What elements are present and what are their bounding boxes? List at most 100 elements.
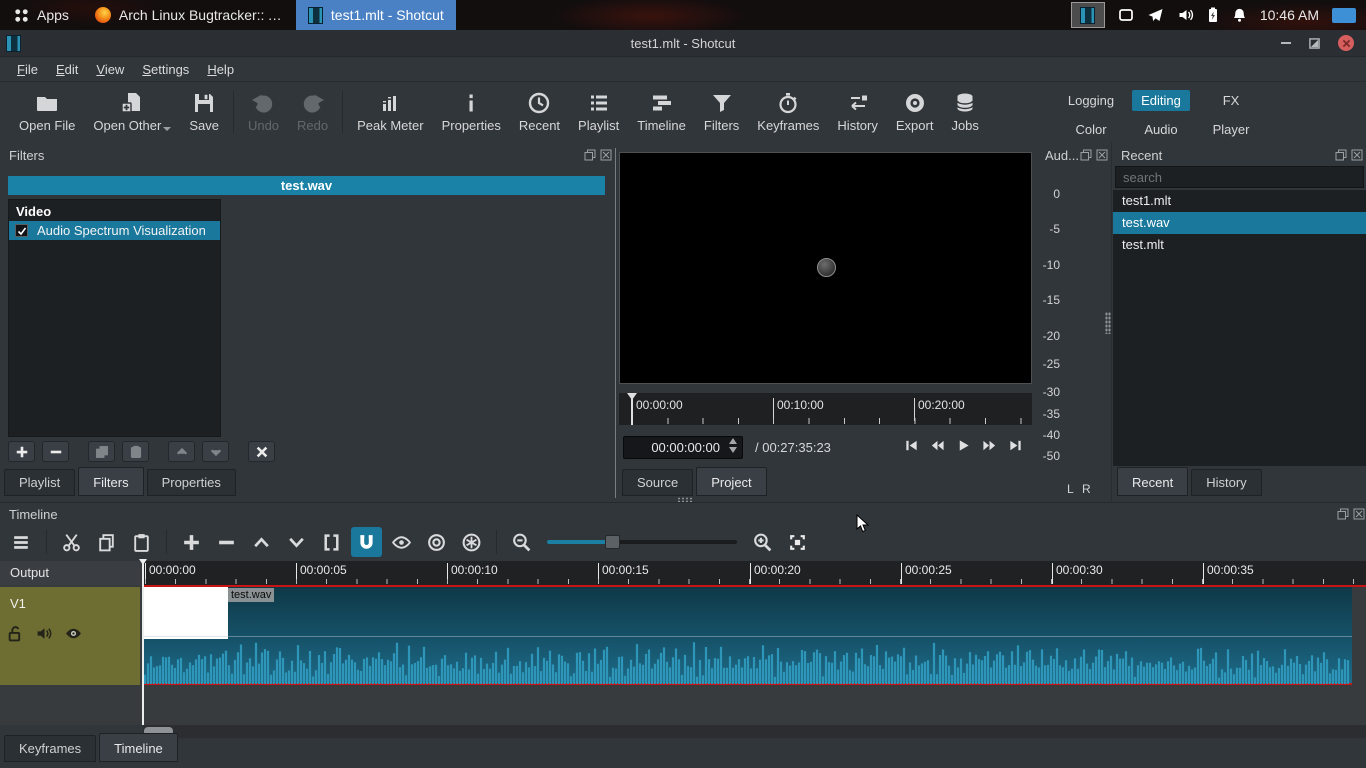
filter-enabled-checkbox[interactable]	[15, 224, 28, 237]
split-button[interactable]	[316, 527, 347, 557]
add-filter-button[interactable]	[8, 441, 35, 462]
paste-button[interactable]	[126, 527, 157, 557]
shotcut-tray-icon[interactable]	[1071, 2, 1105, 28]
recent-search-input[interactable]	[1115, 166, 1364, 188]
export-button[interactable]: Export	[887, 87, 943, 137]
cut-button[interactable]	[56, 527, 87, 557]
timeline-ruler[interactable]: 00:00:00 00:00:05 00:00:10 00:00:15 00:0…	[143, 561, 1366, 585]
move-filter-up-button[interactable]	[168, 441, 195, 462]
float-panel-icon[interactable]	[1337, 508, 1349, 520]
tab-filters[interactable]: Filters	[78, 467, 143, 496]
close-panel-icon[interactable]	[1096, 149, 1108, 161]
ripple-toggle[interactable]	[421, 527, 452, 557]
layout-audio[interactable]: Audio	[1135, 119, 1186, 140]
lock-track-icon[interactable]	[7, 625, 24, 642]
battery-icon[interactable]	[1207, 7, 1219, 23]
scrub-while-dragging-toggle[interactable]	[386, 527, 417, 557]
timeline-clip-testwav[interactable]: test.wav	[143, 587, 1352, 685]
scrubber-playhead[interactable]	[631, 393, 633, 425]
overwrite-button[interactable]	[281, 527, 312, 557]
maximize-button[interactable]	[1309, 38, 1320, 49]
remove-filter-button[interactable]	[42, 441, 69, 462]
float-panel-icon[interactable]	[584, 149, 596, 161]
float-panel-icon[interactable]	[1080, 149, 1092, 161]
rewind-button[interactable]	[929, 438, 946, 453]
display-icon[interactable]	[1118, 7, 1134, 23]
jobs-button[interactable]: Jobs	[942, 87, 987, 137]
tab-recent[interactable]: Recent	[1117, 467, 1188, 496]
splitter-handle[interactable]	[1105, 312, 1111, 334]
clock[interactable]: 10:46 AM	[1260, 7, 1319, 23]
mute-track-icon[interactable]	[36, 625, 53, 642]
keyframes-button[interactable]: Keyframes	[748, 87, 828, 137]
zoom-slider-handle[interactable]	[605, 535, 620, 549]
layout-player[interactable]: Player	[1204, 119, 1259, 140]
append-button[interactable]	[176, 527, 207, 557]
recent-item[interactable]: test.mlt	[1113, 234, 1366, 256]
open-file-button[interactable]: Open File	[10, 87, 84, 137]
timeline-button[interactable]: Timeline	[628, 87, 695, 137]
ripple-all-tracks-toggle[interactable]	[456, 527, 487, 557]
menu-settings[interactable]: Settings	[133, 59, 198, 80]
filter-row[interactable]: Audio Spectrum Visualization	[9, 221, 220, 240]
properties-button[interactable]: Properties	[433, 87, 510, 137]
tab-source[interactable]: Source	[622, 469, 693, 496]
timeline-menu-button[interactable]	[6, 527, 37, 557]
skip-to-end-button[interactable]	[1007, 438, 1024, 453]
lift-button[interactable]	[246, 527, 277, 557]
fast-forward-button[interactable]	[981, 438, 998, 453]
save-button[interactable]: Save	[180, 87, 228, 137]
hide-track-icon[interactable]	[65, 625, 82, 642]
tab-keyframes[interactable]: Keyframes	[4, 735, 96, 762]
player-scrubber[interactable]: 00:00:00 00:10:00 00:20:00	[619, 393, 1032, 425]
recent-button[interactable]: Recent	[510, 87, 569, 137]
ripple-delete-button[interactable]	[211, 527, 242, 557]
layout-fx[interactable]: FX	[1214, 90, 1249, 111]
history-button[interactable]: History	[828, 87, 886, 137]
current-time-spinbox[interactable]: 00:00:00:00	[623, 436, 743, 459]
close-panel-icon[interactable]	[600, 149, 612, 161]
playlist-button[interactable]: Playlist	[569, 87, 628, 137]
menu-view[interactable]: View	[87, 59, 133, 80]
zoom-in-button[interactable]	[747, 527, 778, 557]
timeline-zoom-slider[interactable]	[547, 527, 737, 557]
tab-timeline[interactable]: Timeline	[99, 733, 178, 762]
send-icon[interactable]	[1147, 7, 1164, 23]
menu-edit[interactable]: Edit	[47, 59, 87, 80]
bell-icon[interactable]	[1232, 7, 1247, 23]
copy-filters-button[interactable]	[88, 441, 115, 462]
layout-logging[interactable]: Logging	[1059, 90, 1123, 111]
timeline-playhead[interactable]	[142, 559, 144, 725]
minimize-button[interactable]	[1281, 42, 1291, 44]
move-filter-down-button[interactable]	[202, 441, 229, 462]
undo-button[interactable]: Undo	[239, 87, 288, 137]
time-step-up-button[interactable]	[729, 438, 737, 444]
time-step-down-button[interactable]	[729, 447, 737, 453]
track-header-v1[interactable]: V1	[0, 587, 140, 685]
tab-playlist[interactable]: Playlist	[4, 469, 75, 496]
panel-splitter[interactable]	[615, 148, 616, 498]
open-other-button[interactable]: Open Other	[84, 87, 180, 137]
tab-properties[interactable]: Properties	[147, 469, 236, 496]
close-button[interactable]	[1338, 35, 1354, 51]
menu-file[interactable]: File	[8, 59, 47, 80]
skip-to-start-button[interactable]	[903, 438, 920, 453]
apps-menu-button[interactable]: Apps	[0, 0, 83, 30]
timeline-scrollbar[interactable]	[143, 725, 1366, 738]
float-panel-icon[interactable]	[1335, 149, 1347, 161]
show-desktop-button[interactable]	[1332, 8, 1356, 23]
taskbar-task-firefox[interactable]: Arch Linux Bugtracker:: A...	[83, 0, 296, 30]
menu-help[interactable]: Help	[198, 59, 243, 80]
redo-button[interactable]: Redo	[288, 87, 337, 137]
close-panel-icon[interactable]	[1351, 149, 1363, 161]
zoom-out-button[interactable]	[506, 527, 537, 557]
volume-icon[interactable]	[1177, 7, 1194, 23]
zoom-fit-button[interactable]	[782, 527, 813, 557]
filters-button[interactable]: Filters	[695, 87, 748, 137]
taskbar-task-shotcut[interactable]: test1.mlt - Shotcut	[296, 0, 456, 30]
paste-filters-button[interactable]	[122, 441, 149, 462]
recent-item[interactable]: test1.mlt	[1113, 190, 1366, 212]
output-track-button[interactable]: Output	[0, 561, 140, 585]
snap-toggle[interactable]	[351, 527, 382, 557]
layout-editing[interactable]: Editing	[1132, 90, 1190, 111]
